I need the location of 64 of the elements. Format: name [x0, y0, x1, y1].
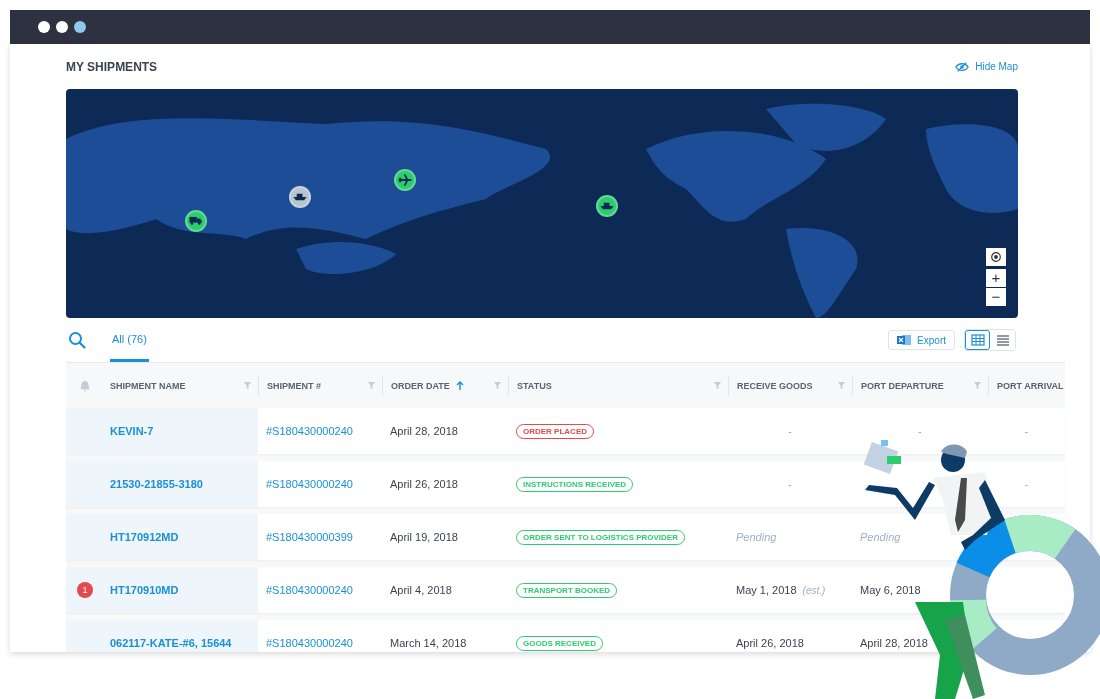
- pending-value: Pending: [736, 531, 777, 543]
- target-icon: [989, 251, 1003, 263]
- table-row[interactable]: 1 HT170910MD #S180430000240 April 4, 2018 TRANSPORT BOOKED May 1, 2018 (est.) May 6, 2018: [66, 567, 1065, 613]
- shipment-name-link[interactable]: HT170912MD: [110, 531, 179, 543]
- empty-value: -: [918, 425, 922, 437]
- hide-map-link[interactable]: Hide Map: [955, 60, 1018, 73]
- status-tag: GOODS RECEIVED: [516, 635, 603, 651]
- column-header[interactable]: SHIPMENT NAME: [110, 380, 186, 391]
- window-dot[interactable]: [56, 21, 68, 33]
- list-icon: [995, 334, 1010, 346]
- column-header[interactable]: PORT DEPARTURE: [861, 380, 944, 391]
- shipment-number-link[interactable]: #S180430000240: [266, 637, 353, 649]
- locate-button[interactable]: [986, 248, 1006, 266]
- table-row[interactable]: HT170912MD #S180430000399 April 19, 2018 ORDER SENT TO LOGISTICS PROVIDER Pending Pending: [66, 514, 1065, 560]
- bell-icon: [78, 379, 92, 392]
- order-date: April 4, 2018: [390, 584, 452, 596]
- grid-icon: [970, 334, 985, 346]
- column-header[interactable]: PORT ARRIVAL: [997, 380, 1064, 391]
- column-header[interactable]: RECEIVE GOODS: [737, 380, 813, 391]
- estimate-note: (est.): [802, 584, 826, 596]
- shipment-number-link[interactable]: #S180430000240: [266, 478, 353, 490]
- window-dot[interactable]: [38, 21, 50, 33]
- status-tag: ORDER SENT TO LOGISTICS PROVIDER: [516, 529, 685, 545]
- table-row[interactable]: KEVIN-7 #S180430000240 April 28, 2018 ORDER PLACED - - -: [66, 408, 1065, 454]
- spreadsheet-icon: [897, 334, 912, 346]
- empty-value: -: [788, 478, 792, 490]
- zoom-in-button[interactable]: +: [986, 269, 1006, 287]
- grid-view-button[interactable]: [965, 330, 990, 350]
- date-value: April 26, 2018: [736, 637, 804, 649]
- order-date: April 28, 2018: [390, 425, 458, 437]
- ship-marker[interactable]: [596, 195, 618, 217]
- page-title: MY SHIPMENTS: [66, 59, 158, 74]
- column-header[interactable]: ORDER DATE: [391, 380, 450, 391]
- status-tag: INSTRUCTIONS RECEIVED: [516, 476, 634, 492]
- table-row[interactable]: 21530-21855-3180 #S180430000240 April 26, 2018 INSTRUCTIONS RECEIVED - -: [66, 461, 1065, 507]
- table-row[interactable]: 062117-KATE-#6, 15644 #S180430000240 March 14, 2018 GOODS RECEIVED April 26, 2018 April 28, 2018: [66, 620, 1065, 652]
- plane-icon: [396, 171, 414, 189]
- order-date: April 26, 2018: [390, 478, 458, 490]
- pending-value: Pending: [860, 531, 901, 543]
- shipment-number-link[interactable]: #S180430000240: [266, 425, 353, 437]
- shipment-name-link[interactable]: 21530-21855-3180: [110, 478, 203, 490]
- shipment-number-link[interactable]: #S180430000399: [266, 531, 353, 543]
- date-value: May 6, 2018: [860, 584, 921, 596]
- empty-value: -: [1024, 478, 1029, 490]
- column-header[interactable]: SHIPMENT #: [267, 380, 321, 391]
- empty-value: -: [1024, 425, 1029, 437]
- search-icon[interactable]: [68, 331, 86, 349]
- date-value: April 28, 2018: [860, 637, 928, 649]
- shipment-name-link[interactable]: HT170910MD: [110, 584, 179, 596]
- column-header[interactable]: STATUS: [517, 380, 552, 391]
- order-date: March 14, 2018: [390, 637, 467, 649]
- order-date: April 19, 2018: [390, 531, 458, 543]
- shipment-number-link[interactable]: #S180430000240: [266, 584, 353, 596]
- window-dot[interactable]: [74, 21, 86, 33]
- status-tag: TRANSPORT BOOKED: [516, 582, 618, 598]
- world-map[interactable]: + −: [66, 89, 1018, 318]
- status-tag: ORDER PLACED: [516, 423, 594, 439]
- eye-slash-icon: [955, 60, 970, 73]
- date-value: May 1, 2018: [736, 584, 797, 596]
- shipment-name-link[interactable]: KEVIN-7: [110, 425, 154, 437]
- zoom-out-button[interactable]: −: [986, 288, 1006, 306]
- empty-value: -: [788, 425, 792, 437]
- alert-badge: 1: [77, 582, 93, 598]
- export-button[interactable]: Export: [888, 330, 955, 350]
